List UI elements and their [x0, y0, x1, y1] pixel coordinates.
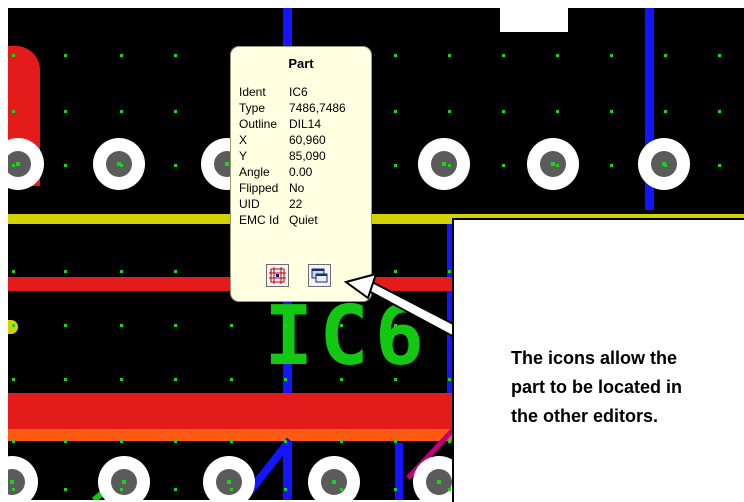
- callout-line: part to be located in: [511, 377, 683, 397]
- callout-line: the other editors.: [511, 406, 659, 426]
- callout-text: The icons allow the part to be located i…: [511, 344, 682, 431]
- callout-line: The icons allow the: [511, 348, 678, 368]
- callout-box: The icons allow the part to be located i…: [452, 218, 744, 502]
